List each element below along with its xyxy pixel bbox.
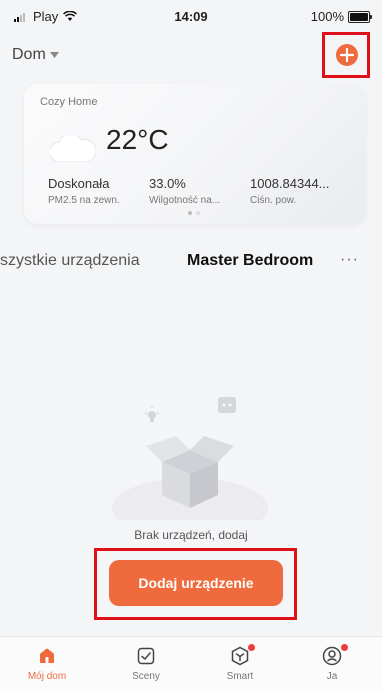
empty-state-message: Brak urządzeń, dodaj [134, 528, 248, 542]
notification-badge [341, 644, 348, 651]
bottom-nav: Mój dom Sceny Smart Ja [0, 636, 382, 691]
stat-humidity: 33.0% Wilgotność na... [149, 176, 220, 206]
stat-label: PM2.5 na zewn. [48, 195, 120, 206]
nav-scenes[interactable]: Sceny [111, 643, 181, 682]
nav-label: Ja [326, 671, 338, 682]
nav-label: Sceny [132, 671, 160, 682]
card-home-label: Cozy Home [40, 96, 98, 108]
temperature-value: 22°C [106, 124, 169, 155]
stat-pressure: 1008.84344... Ciśn. pow. [250, 176, 330, 206]
home-icon [40, 648, 54, 663]
app-screen: Play 14:09 100% Dom Cozy Home 22°C Dosko… [0, 0, 382, 691]
plus-icon [339, 47, 355, 63]
page-dot [196, 211, 200, 215]
socket-icon [218, 397, 236, 413]
add-device-button[interactable]: Dodaj urządzenie [109, 560, 283, 606]
nav-label: Smart [226, 671, 254, 682]
more-options-button[interactable]: ··· [340, 251, 359, 269]
stat-value: Doskonała [48, 176, 110, 191]
stat-label: Ciśn. pow. [250, 195, 297, 206]
home-selector[interactable]: Dom [12, 46, 59, 64]
weather-card[interactable]: Cozy Home 22°C Doskonała PM2.5 na zewn. … [24, 84, 366, 224]
nav-me[interactable]: Ja [297, 643, 367, 682]
page-dot-active [188, 211, 192, 215]
card-page-indicator [188, 211, 200, 215]
lightbulb-icon [144, 406, 160, 422]
add-device-plus-button[interactable] [336, 44, 358, 66]
status-bar: Play 14:09 100% [0, 0, 382, 34]
nav-smart[interactable]: Smart [205, 643, 275, 682]
nav-my-home[interactable]: Mój dom [12, 643, 82, 682]
battery-percent: 100% [310, 9, 344, 24]
checkbox-icon [137, 647, 155, 665]
caret-down-icon [49, 52, 59, 58]
tab-master-bedroom[interactable]: Master Bedroom [187, 252, 313, 270]
nav-label: Mój dom [27, 671, 67, 682]
stat-value: 1008.84344... [250, 176, 330, 191]
notification-badge [248, 644, 255, 651]
home-name: Dom [12, 46, 46, 63]
profile-icon [322, 646, 342, 666]
stat-label: Wilgotność na... [149, 195, 221, 206]
stat-air-quality: Doskonała PM2.5 na zewn. [48, 176, 120, 206]
battery-icon [348, 10, 372, 23]
status-right: 100% [310, 9, 372, 24]
stat-value: 33.0% [149, 176, 186, 191]
smart-hexagon-icon [231, 646, 249, 666]
empty-box-illustration [112, 397, 268, 520]
cloud-icon [50, 136, 96, 162]
tab-all-devices[interactable]: szystkie urządzenia [0, 252, 140, 270]
